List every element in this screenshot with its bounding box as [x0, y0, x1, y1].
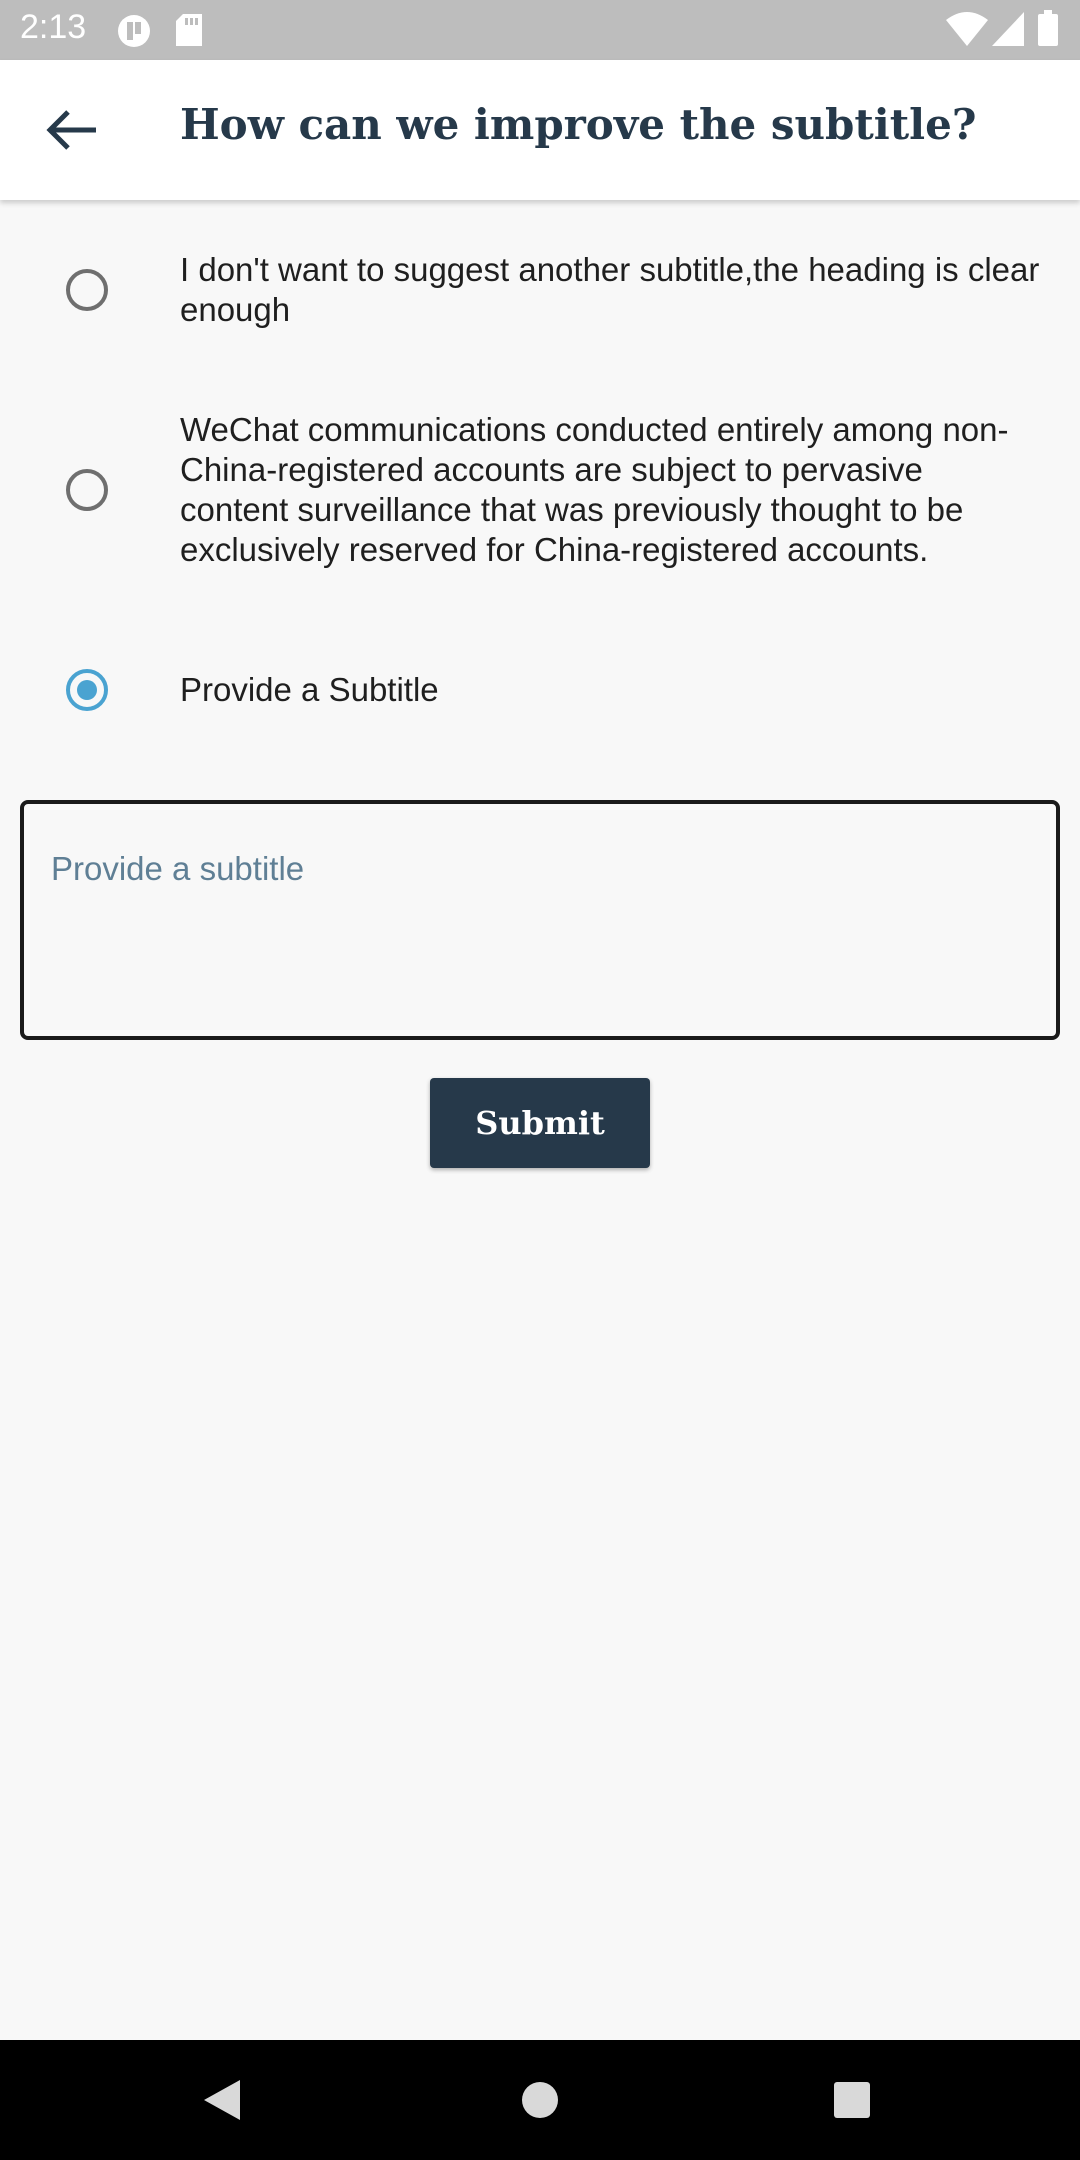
home-circle-icon [522, 2082, 558, 2118]
option-label: Provide a Subtitle [180, 671, 439, 708]
nav-back-button[interactable] [200, 2076, 244, 2129]
arrow-left-icon [46, 110, 96, 150]
submit-button[interactable]: Submit [430, 1078, 650, 1168]
radio-button[interactable] [66, 469, 108, 511]
radio-dot [77, 680, 97, 700]
wifi-icon [946, 12, 988, 51]
sd-card-icon [176, 14, 202, 51]
back-button[interactable] [36, 100, 106, 160]
back-triangle-icon [204, 2080, 240, 2120]
option-label: I don't want to suggest another subtitle… [180, 251, 1040, 328]
option-no-suggestion[interactable]: I don't want to suggest another subtitle… [0, 240, 1080, 340]
nav-home-button[interactable] [520, 2080, 560, 2125]
recents-square-icon [834, 2082, 870, 2118]
nav-recents-button[interactable] [832, 2080, 872, 2125]
navigation-bar [0, 2040, 1080, 2160]
status-time: 2:13 [20, 8, 87, 46]
notification-app-icon [116, 14, 152, 53]
battery-icon [1038, 10, 1058, 51]
signal-icon [992, 12, 1024, 51]
radio-button-selected[interactable] [66, 669, 108, 711]
option-provide-subtitle[interactable]: Provide a Subtitle [0, 660, 1080, 720]
option-label: WeChat communications conducted entirely… [180, 411, 1009, 568]
page-title: How can we improve the subtitle? [180, 100, 977, 149]
option-suggested-subtitle[interactable]: WeChat communications conducted entirely… [0, 400, 1080, 580]
subtitle-input[interactable] [20, 800, 1060, 1040]
app-bar: How can we improve the subtitle? [0, 60, 1080, 200]
radio-button[interactable] [66, 269, 108, 311]
status-bar: 2:13 [0, 0, 1080, 60]
